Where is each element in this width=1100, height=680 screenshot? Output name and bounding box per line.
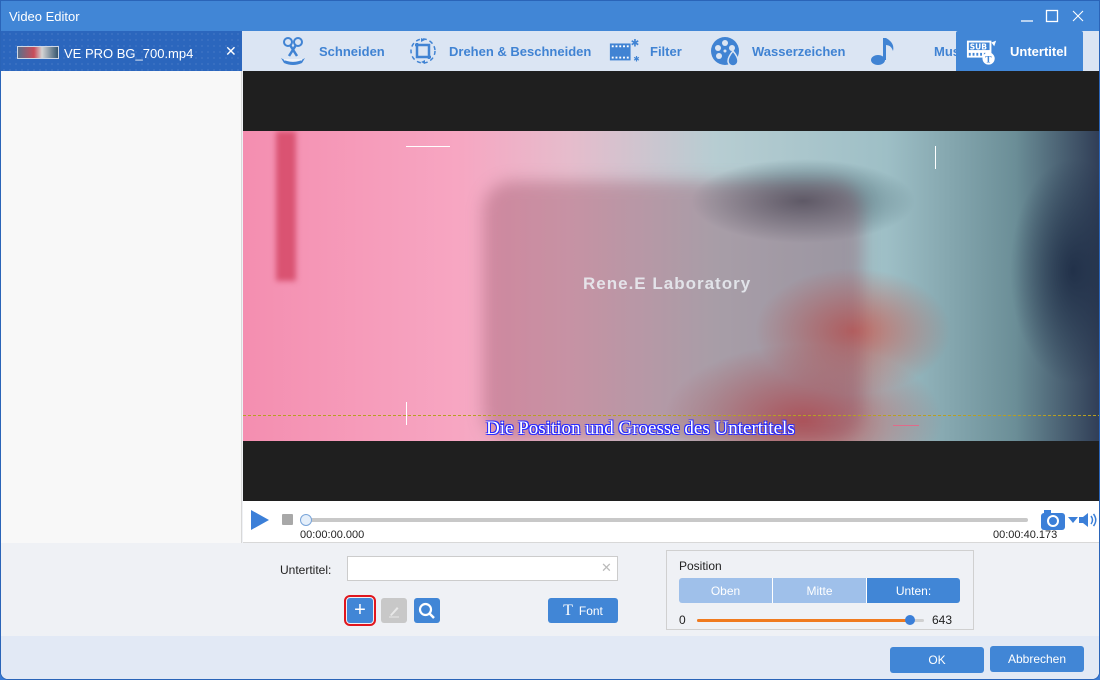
video-thumbnail (17, 46, 59, 59)
seek-handle[interactable] (300, 514, 312, 526)
subtitle-input[interactable] (347, 556, 618, 581)
position-slider[interactable] (697, 615, 924, 625)
video-editor-window: Video Editor VE PRO BG_700.mp4 ✕ Schneid… (0, 0, 1100, 680)
current-time: 00:00:00.000 (300, 529, 365, 541)
play-icon[interactable] (251, 510, 269, 530)
close-window-button[interactable] (1064, 5, 1092, 27)
file-tab[interactable]: VE PRO BG_700.mp4 ✕ (1, 31, 242, 71)
stop-icon[interactable] (282, 514, 293, 525)
font-icon: T (563, 601, 573, 619)
dialog-footer: OK Abbrechen (1, 636, 1099, 679)
slider-fill (697, 619, 911, 622)
subtitle-settings: Untertitel: ✕ + T Font Position Oben Mit… (1, 544, 1099, 636)
subtitle-preview-text[interactable]: Die Position und Groesse des Untertitels (486, 418, 795, 440)
chevron-down-icon[interactable] (1068, 517, 1078, 523)
minimize-button[interactable] (1013, 5, 1041, 27)
position-option-oben[interactable]: Oben (679, 578, 773, 603)
tab-label: Wasserzeichen (752, 43, 846, 59)
watermark-text: Rene.E Laboratory (583, 274, 752, 293)
position-selector: Oben Mitte Unten: (679, 578, 960, 603)
window-title: Video Editor (9, 9, 80, 24)
tab-label: Filter (650, 43, 682, 59)
filter-film-icon: ✱ ✱ (608, 35, 640, 67)
slider-max-value: 643 (932, 613, 953, 627)
svg-text:✱: ✱ (631, 37, 640, 49)
close-file-icon[interactable]: ✕ (225, 43, 237, 60)
tab-drehen-beschneiden[interactable]: Drehen & Beschneiden (407, 31, 591, 71)
search-icon (418, 602, 435, 619)
tab-label: Schneiden (319, 43, 385, 59)
tab-untertitel[interactable]: SUB T Untertitel (956, 31, 1083, 71)
clear-input-icon[interactable]: ✕ (601, 560, 612, 576)
svg-text:T: T (985, 55, 992, 65)
total-time: 00:00:40.173 (993, 529, 1058, 541)
scissors-icon (277, 35, 309, 67)
close-icon (1072, 10, 1084, 22)
tab-wasserzeichen[interactable]: Wasserzeichen (710, 31, 845, 71)
edit-subtitle-button[interactable] (381, 598, 407, 623)
frame-corner-marker (406, 402, 407, 425)
position-title: Position (679, 559, 722, 573)
title-bar: Video Editor (1, 1, 1099, 31)
frame-corner-marker (406, 146, 450, 147)
slider-min-value: 0 (679, 613, 686, 627)
search-subtitle-button[interactable] (414, 598, 440, 623)
ok-button[interactable]: OK (890, 647, 984, 673)
tab-label: Drehen & Beschneiden (449, 43, 592, 59)
playback-bar: 00:00:00.000 00:00:40.173 (243, 501, 1099, 543)
maximize-icon (1045, 9, 1059, 23)
seek-bar[interactable] (305, 518, 1028, 522)
position-panel: Position Oben Mitte Unten: 0 643 (666, 550, 974, 630)
slider-handle[interactable] (905, 615, 916, 625)
watermark-reel-icon (710, 35, 742, 67)
add-subtitle-button[interactable]: + (344, 595, 376, 626)
maximize-button[interactable] (1038, 5, 1066, 27)
svg-text:✱: ✱ (633, 54, 639, 63)
camera-icon[interactable] (1041, 510, 1065, 530)
editor-tabs: Schneiden Drehen & Beschneiden ✱ ✱ Filter… (242, 31, 1099, 71)
tab-label: Untertitel (1010, 43, 1068, 59)
position-option-unten[interactable]: Unten: (867, 578, 960, 603)
pencil-icon (389, 606, 399, 617)
subtitle-position-guide[interactable] (243, 415, 1099, 416)
tab-schneiden[interactable]: Schneiden (277, 31, 385, 71)
font-button[interactable]: T Font (548, 598, 618, 623)
file-name: VE PRO BG_700.mp4 (64, 46, 194, 61)
cancel-button[interactable]: Abbrechen (990, 646, 1084, 672)
volume-icon[interactable] (1079, 512, 1099, 528)
plus-icon: + (354, 599, 366, 621)
position-option-mitte[interactable]: Mitte (773, 578, 867, 603)
music-note-icon (868, 35, 900, 67)
video-frame[interactable]: Rene.E Laboratory Die Position und Groes… (243, 131, 1099, 441)
tab-filter[interactable]: ✱ ✱ Filter (608, 31, 682, 71)
rotate-crop-icon (407, 35, 439, 67)
frame-corner-marker (935, 146, 936, 169)
font-button-label: Font (578, 603, 603, 618)
file-list-panel (1, 71, 242, 543)
subtitle-icon: SUB T (966, 35, 998, 67)
video-preview: Rene.E Laboratory Die Position und Groes… (243, 71, 1099, 501)
frame-corner-marker (893, 425, 919, 426)
minimize-icon (1021, 20, 1033, 22)
svg-text:SUB: SUB (970, 43, 988, 52)
subtitle-label: Untertitel: (280, 563, 332, 577)
